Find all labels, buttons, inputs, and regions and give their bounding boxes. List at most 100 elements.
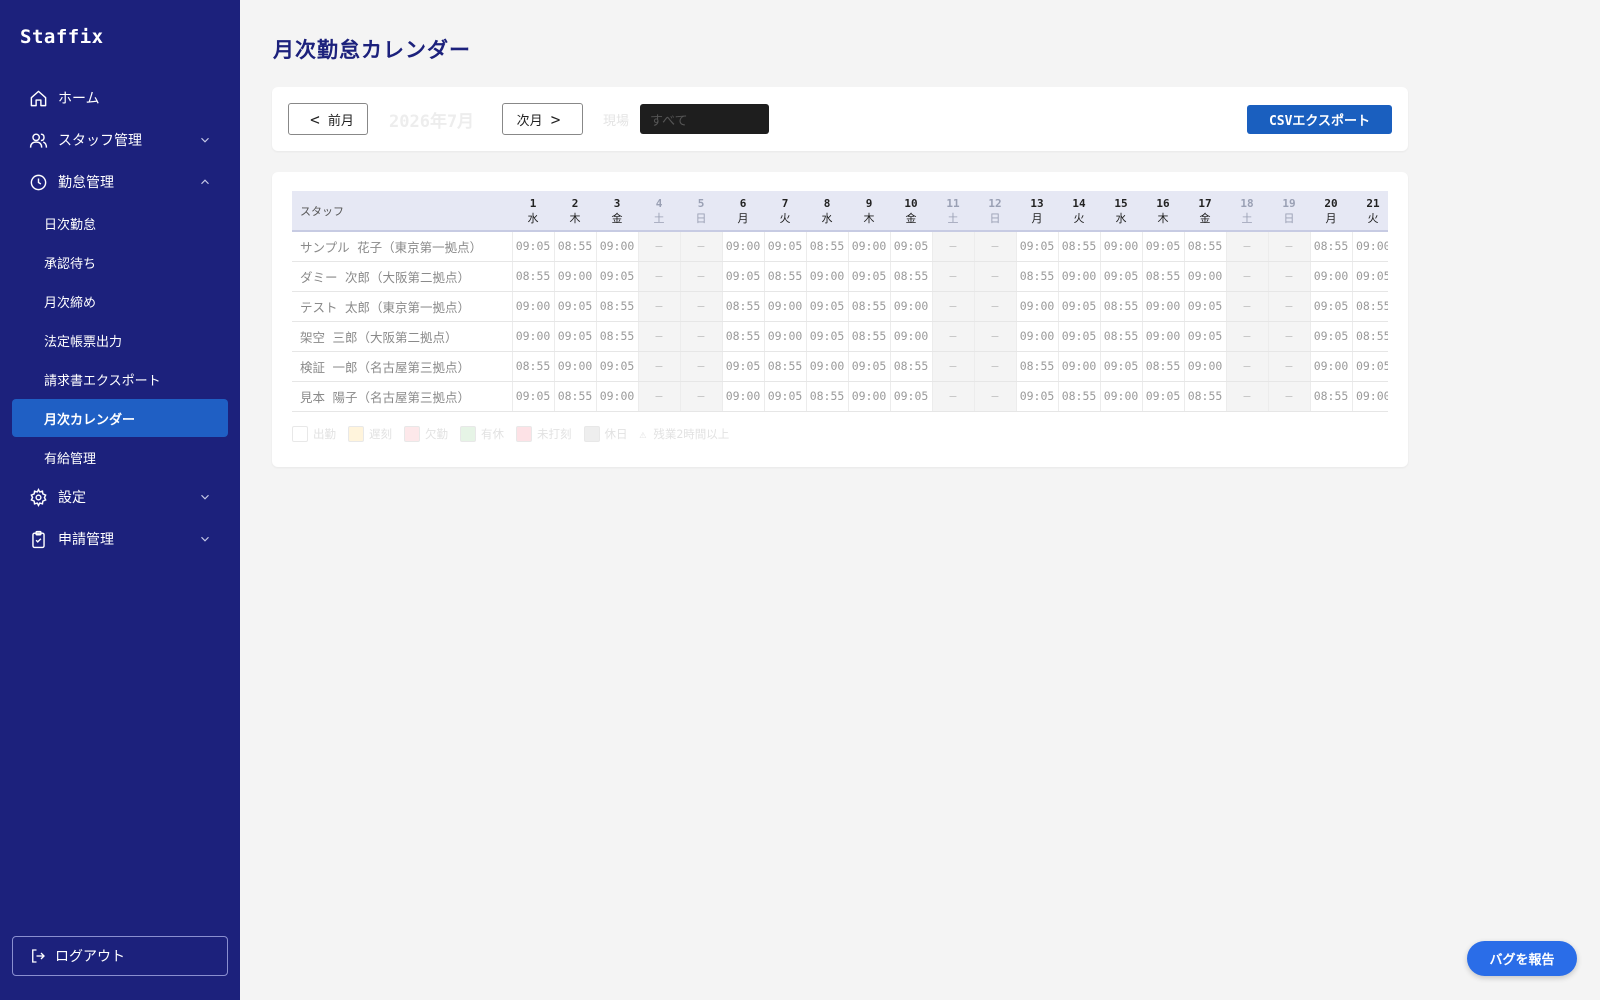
staff-name-cell[interactable]: 見本 陽子（名古屋第三拠点）: [292, 381, 512, 412]
attendance-cell[interactable]: 09:00: [721, 231, 764, 262]
attendance-cell[interactable]: 09:00: [889, 291, 932, 322]
attendance-cell[interactable]: 09:05: [511, 231, 554, 262]
staff-name-cell[interactable]: ダミー 次郎（大阪第二拠点）: [292, 261, 512, 292]
attendance-cell[interactable]: —: [1267, 291, 1310, 322]
attendance-cell[interactable]: 09:00: [595, 381, 638, 412]
attendance-cell[interactable]: 08:55: [805, 231, 848, 262]
attendance-cell[interactable]: 08:55: [1309, 381, 1352, 412]
attendance-cell[interactable]: 09:05: [1057, 321, 1100, 352]
attendance-cell[interactable]: 08:55: [763, 261, 806, 292]
attendance-cell[interactable]: 09:05: [1351, 261, 1388, 292]
attendance-cell[interactable]: 09:05: [805, 291, 848, 322]
attendance-cell[interactable]: 09:00: [1057, 351, 1100, 382]
attendance-cell[interactable]: 09:05: [889, 381, 932, 412]
attendance-cell[interactable]: 09:05: [1141, 381, 1184, 412]
sidebar-subitem-daily[interactable]: 日次勤怠: [12, 204, 228, 242]
attendance-cell[interactable]: —: [679, 321, 722, 352]
sidebar-subitem-monthly-close[interactable]: 月次締め: [12, 282, 228, 320]
attendance-cell[interactable]: 09:05: [763, 381, 806, 412]
attendance-cell[interactable]: —: [679, 381, 722, 412]
sidebar-subitem-legal-forms[interactable]: 法定帳票出力: [12, 321, 228, 359]
attendance-cell[interactable]: —: [1225, 351, 1268, 382]
attendance-cell[interactable]: 09:00: [763, 291, 806, 322]
attendance-cell[interactable]: 09:00: [1099, 381, 1142, 412]
attendance-cell[interactable]: 08:55: [847, 291, 890, 322]
prev-month-button[interactable]: < 前月: [288, 103, 368, 135]
attendance-cell[interactable]: 09:05: [1309, 321, 1352, 352]
attendance-cell[interactable]: 09:05: [721, 351, 764, 382]
attendance-cell[interactable]: —: [1225, 381, 1268, 412]
attendance-cell[interactable]: 09:00: [721, 381, 764, 412]
attendance-cell[interactable]: 08:55: [1099, 291, 1142, 322]
attendance-cell[interactable]: —: [1267, 231, 1310, 262]
attendance-cell[interactable]: —: [1267, 321, 1310, 352]
attendance-cell[interactable]: —: [1225, 261, 1268, 292]
attendance-cell[interactable]: 08:55: [1057, 231, 1100, 262]
attendance-cell[interactable]: 08:55: [511, 261, 554, 292]
attendance-cell[interactable]: 09:00: [1099, 231, 1142, 262]
attendance-cell[interactable]: 08:55: [1099, 321, 1142, 352]
attendance-cell[interactable]: 08:55: [1183, 231, 1226, 262]
calendar-table-scroll[interactable]: スタッフ 1 水 2 木 3 金 4 土 5 日 6 月 7 火 8 水 9 木 10 金 11 土 12 日 13 月 14 火 15…: [292, 191, 1388, 413]
attendance-cell[interactable]: 09:00: [1141, 321, 1184, 352]
attendance-cell[interactable]: 08:55: [763, 351, 806, 382]
attendance-cell[interactable]: 09:00: [805, 351, 848, 382]
attendance-cell[interactable]: 09:00: [1351, 381, 1388, 412]
brand-logo[interactable]: Staffix: [20, 26, 104, 48]
attendance-cell[interactable]: 09:00: [889, 321, 932, 352]
attendance-cell[interactable]: 08:55: [847, 321, 890, 352]
attendance-cell[interactable]: —: [1225, 321, 1268, 352]
attendance-cell[interactable]: 08:55: [1141, 351, 1184, 382]
attendance-cell[interactable]: 08:55: [595, 321, 638, 352]
staff-name-cell[interactable]: 検証 一郎（名古屋第三拠点）: [292, 351, 512, 382]
attendance-cell[interactable]: —: [1225, 231, 1268, 262]
attendance-cell[interactable]: 09:00: [847, 381, 890, 412]
attendance-cell[interactable]: 09:05: [847, 261, 890, 292]
attendance-cell[interactable]: —: [931, 291, 974, 322]
sidebar-subitem-approval[interactable]: 承認待ち: [12, 243, 228, 281]
attendance-cell[interactable]: 08:55: [1015, 351, 1058, 382]
attendance-cell[interactable]: —: [1267, 381, 1310, 412]
attendance-cell[interactable]: —: [931, 321, 974, 352]
attendance-cell[interactable]: 09:00: [1309, 351, 1352, 382]
attendance-cell[interactable]: —: [973, 261, 1016, 292]
attendance-cell[interactable]: 08:55: [553, 231, 596, 262]
staff-name-cell[interactable]: 架空 三郎（大阪第二拠点）: [292, 321, 512, 352]
attendance-cell[interactable]: 09:05: [1183, 291, 1226, 322]
next-month-button[interactable]: 次月 >: [502, 103, 583, 135]
attendance-cell[interactable]: 09:00: [763, 321, 806, 352]
attendance-cell[interactable]: 09:05: [1351, 351, 1388, 382]
attendance-cell[interactable]: 09:00: [1141, 291, 1184, 322]
attendance-cell[interactable]: —: [637, 291, 680, 322]
attendance-cell[interactable]: 09:05: [595, 261, 638, 292]
attendance-cell[interactable]: —: [637, 321, 680, 352]
attendance-cell[interactable]: 09:05: [805, 321, 848, 352]
attendance-cell[interactable]: 08:55: [511, 351, 554, 382]
attendance-cell[interactable]: 09:00: [1351, 231, 1388, 262]
attendance-cell[interactable]: —: [637, 231, 680, 262]
attendance-cell[interactable]: 09:05: [721, 261, 764, 292]
attendance-cell[interactable]: 09:00: [553, 261, 596, 292]
attendance-cell[interactable]: 08:55: [889, 351, 932, 382]
attendance-cell[interactable]: —: [637, 351, 680, 382]
attendance-cell[interactable]: 09:05: [1183, 321, 1226, 352]
attendance-cell[interactable]: 08:55: [1183, 381, 1226, 412]
attendance-cell[interactable]: —: [931, 351, 974, 382]
attendance-cell[interactable]: —: [637, 381, 680, 412]
attendance-cell[interactable]: 08:55: [1351, 321, 1388, 352]
attendance-cell[interactable]: 09:05: [1141, 231, 1184, 262]
csv-export-button[interactable]: CSVエクスポート: [1247, 105, 1392, 134]
attendance-cell[interactable]: 09:00: [1015, 291, 1058, 322]
attendance-cell[interactable]: —: [973, 231, 1016, 262]
sidebar-item-home[interactable]: ホーム: [12, 78, 228, 118]
attendance-cell[interactable]: 08:55: [1351, 291, 1388, 322]
attendance-cell[interactable]: —: [973, 381, 1016, 412]
attendance-cell[interactable]: —: [1267, 261, 1310, 292]
attendance-cell[interactable]: —: [973, 351, 1016, 382]
attendance-cell[interactable]: —: [679, 231, 722, 262]
sidebar-item-requests[interactable]: 申請管理: [12, 519, 228, 559]
attendance-cell[interactable]: —: [973, 291, 1016, 322]
attendance-cell[interactable]: 09:00: [805, 261, 848, 292]
attendance-cell[interactable]: 09:00: [511, 291, 554, 322]
attendance-cell[interactable]: 08:55: [553, 381, 596, 412]
